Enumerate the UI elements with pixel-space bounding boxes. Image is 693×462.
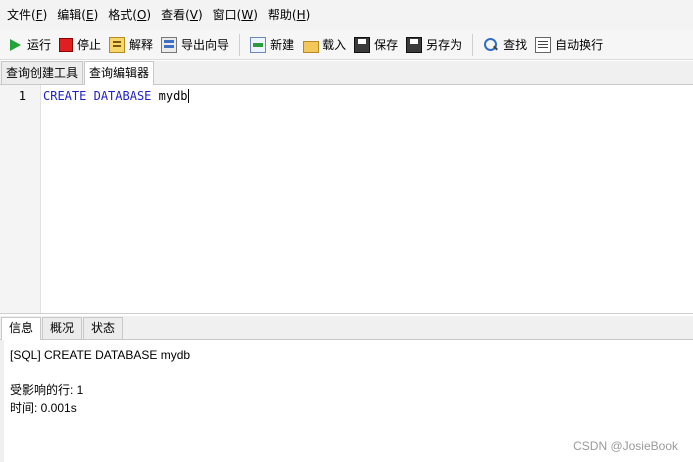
menu-format[interactable]: 格式(O) — [103, 4, 156, 26]
run-button[interactable]: 运行 — [4, 33, 54, 57]
word-wrap-button[interactable]: 自动换行 — [532, 33, 606, 57]
tab-status[interactable]: 状态 — [83, 317, 124, 339]
editor-tab-strip: 查询创建工具 查询编辑器 — [0, 61, 693, 85]
line-number-gutter: 1 — [0, 85, 41, 313]
explain-button[interactable]: 解释 — [106, 33, 156, 57]
sql-keyword: CREATE — [43, 89, 87, 103]
tab-query-builder[interactable]: 查询创建工具 — [1, 61, 84, 84]
text-caret — [187, 89, 189, 103]
folder-icon — [302, 37, 320, 53]
toolbar-separator — [239, 33, 241, 56]
code-line[interactable]: CREATE DATABASE mydb — [43, 89, 189, 103]
tab-profile[interactable]: 概况 — [42, 317, 83, 339]
sql-identifier: mydb — [158, 89, 188, 103]
menu-file[interactable]: 文件(F) — [2, 4, 52, 26]
load-button[interactable]: 载入 — [299, 33, 349, 57]
sql-message: [SQL] CREATE DATABASE mydb — [10, 348, 191, 362]
export-wizard-icon — [161, 36, 178, 53]
menu-view[interactable]: 查看(V) — [156, 4, 208, 26]
explain-icon — [109, 36, 126, 53]
stop-icon — [59, 37, 74, 52]
save-button[interactable]: 保存 — [351, 33, 401, 57]
save-as-icon — [406, 36, 423, 53]
sql-keyword: DATABASE — [93, 89, 152, 103]
stop-button[interactable]: 停止 — [56, 33, 104, 57]
word-wrap-icon — [535, 36, 552, 53]
export-wizard-button[interactable]: 导出向导 — [158, 33, 232, 57]
watermark: CSDN @JosieBook — [573, 439, 678, 453]
find-button[interactable]: 查找 — [480, 33, 530, 57]
toolbar-separator — [472, 33, 474, 56]
run-icon — [7, 37, 23, 53]
sql-editor[interactable]: 1 CREATE DATABASE mydb — [0, 85, 693, 314]
new-query-icon — [250, 36, 267, 53]
tab-message[interactable]: 信息 — [1, 317, 42, 340]
save-as-button[interactable]: 另存为 — [403, 33, 465, 57]
result-tab-strip: 信息 概况 状态 — [0, 316, 693, 340]
menu-bar: 文件(F) 编辑(E) 格式(O) 查看(V) 窗口(W) 帮助(H) — [0, 0, 693, 30]
new-button[interactable]: 新建 — [247, 33, 297, 57]
search-icon — [483, 37, 499, 53]
execution-time: 时间: 0.001s — [10, 401, 77, 415]
tab-query-editor[interactable]: 查询编辑器 — [84, 61, 155, 85]
menu-help[interactable]: 帮助(H) — [263, 4, 315, 26]
line-number: 1 — [18, 89, 26, 103]
toolbar: 运行 停止 解释 导出向导 新建 载入 保存 另存为 查找 自动换行 — [0, 30, 693, 60]
menu-window[interactable]: 窗口(W) — [208, 4, 263, 26]
affected-rows: 受影响的行: 1 — [10, 383, 84, 397]
menu-edit[interactable]: 编辑(E) — [52, 4, 103, 26]
save-icon — [354, 36, 371, 53]
